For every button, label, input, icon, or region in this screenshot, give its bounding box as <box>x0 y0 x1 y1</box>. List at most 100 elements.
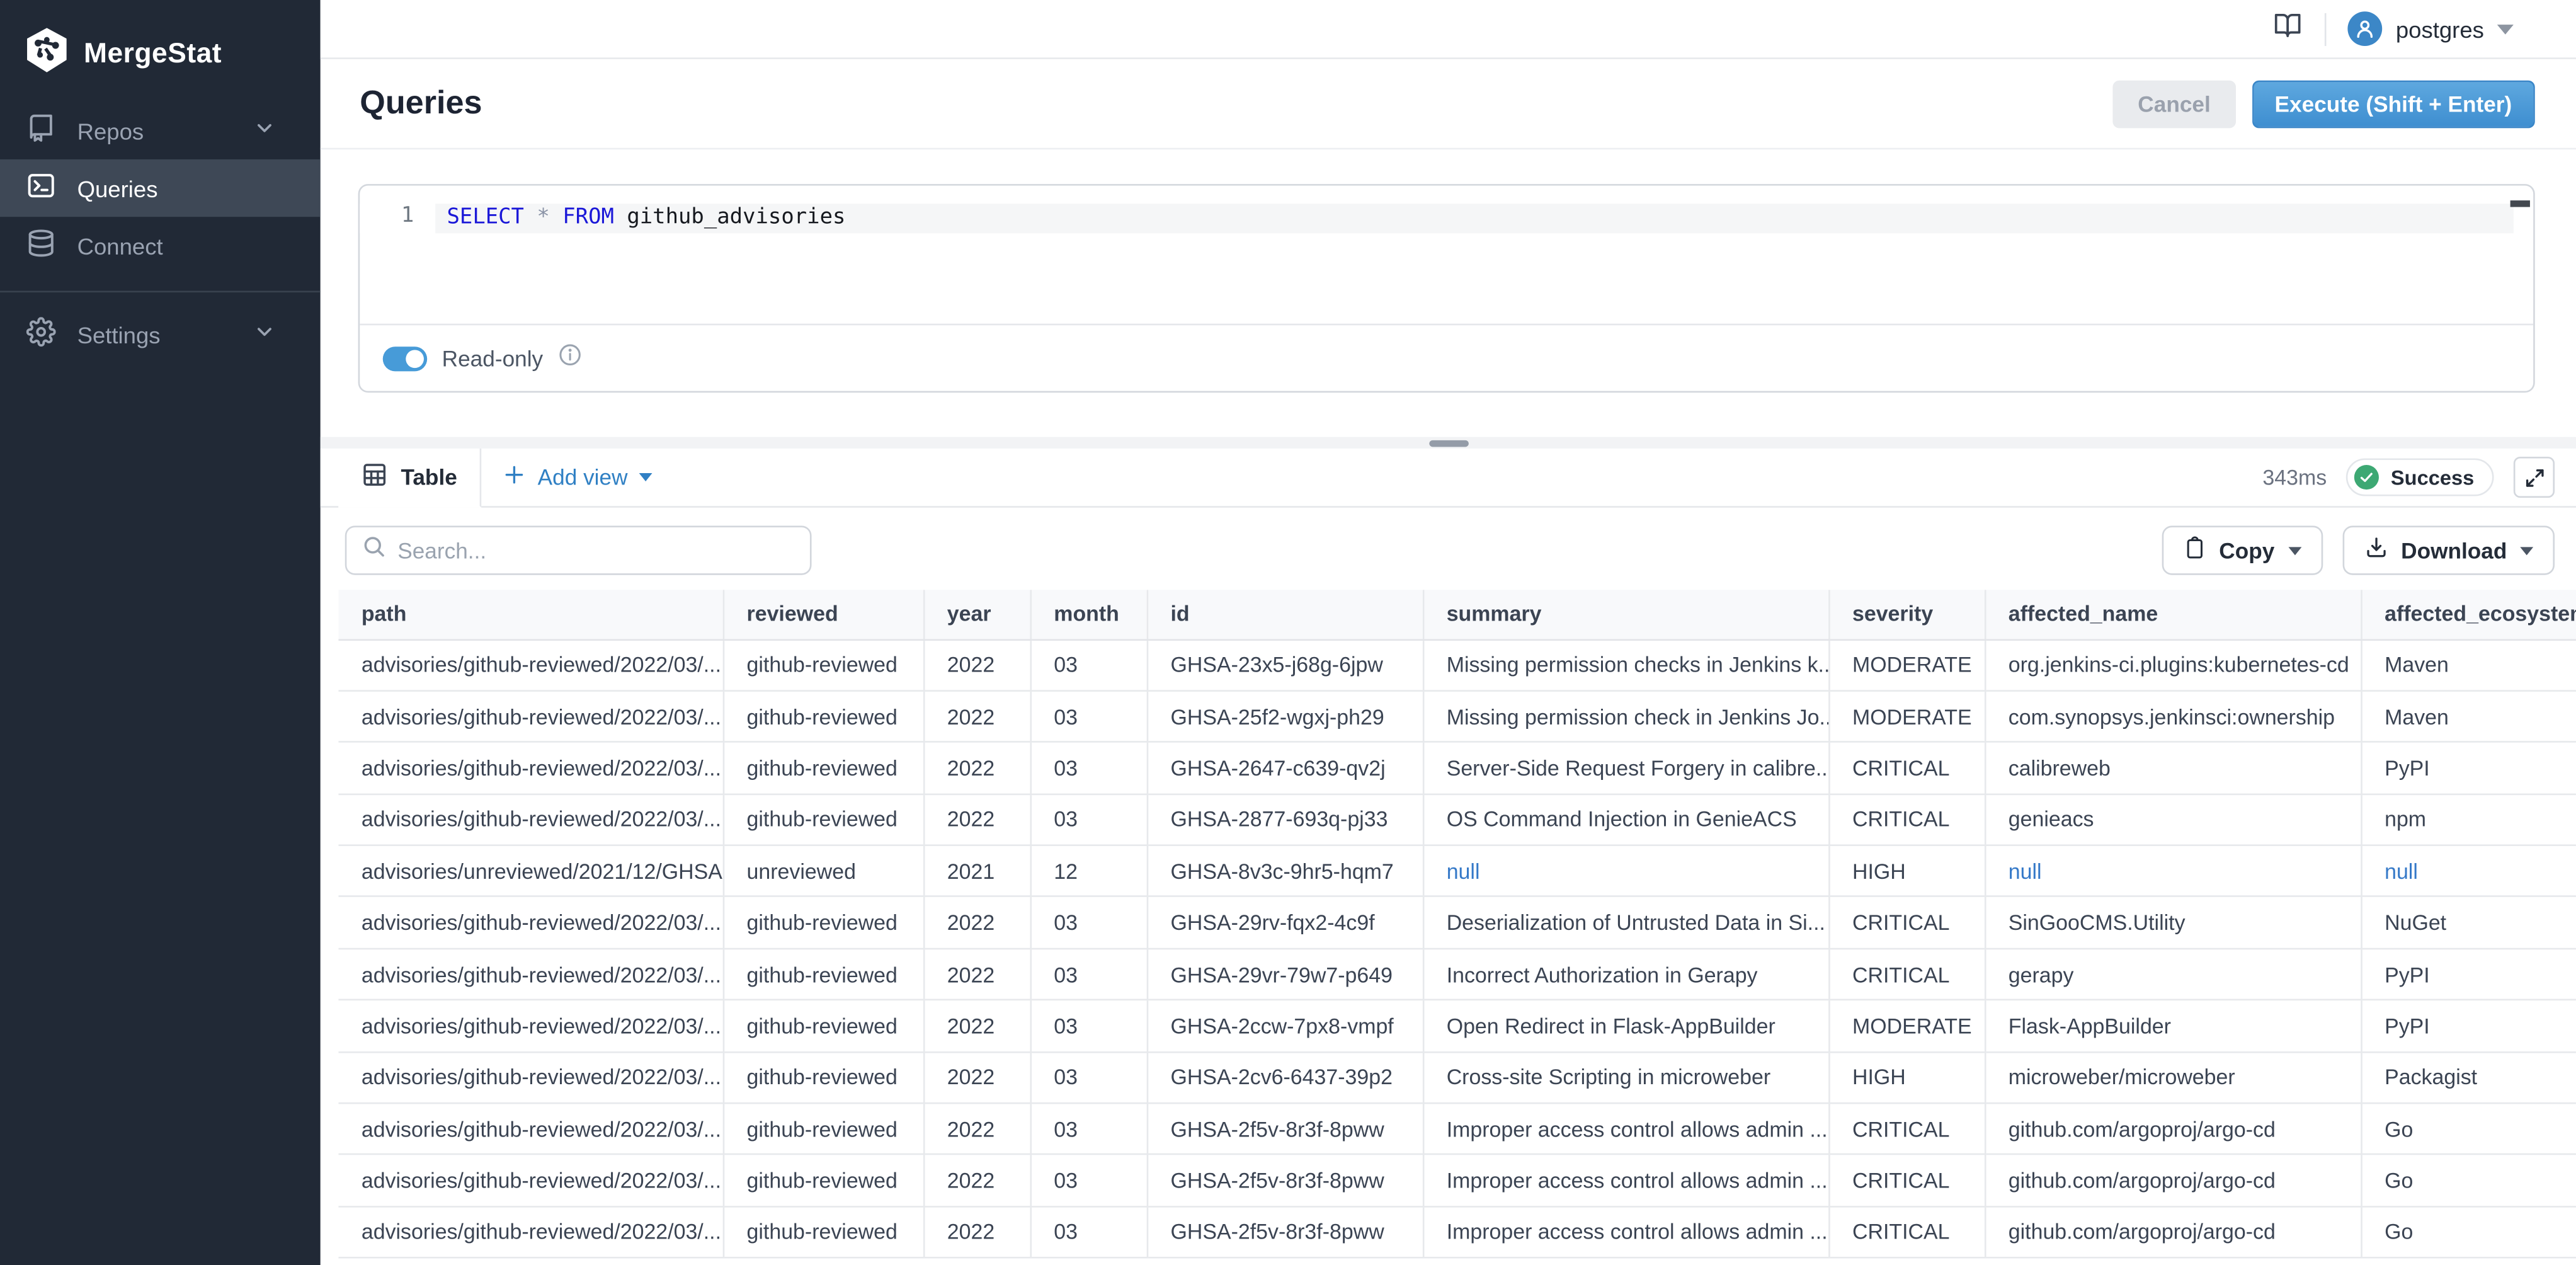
fullscreen-button[interactable] <box>2514 457 2555 498</box>
topbar-divider <box>2325 13 2327 45</box>
sidebar-item-queries[interactable]: Queries <box>0 159 321 217</box>
cell-affected_ecosystem: npm <box>2361 794 2576 845</box>
cell-year: 2022 <box>923 1206 1030 1258</box>
tab-table[interactable]: Table <box>338 449 482 508</box>
cell-summary: Deserialization of Untrusted Data in Si.… <box>1423 897 1828 949</box>
panel-resize-gutter <box>321 437 2576 449</box>
cell-id: GHSA-2cv6-6437-39p2 <box>1147 1051 1423 1103</box>
table-row: advisories/github-reviewed/2022/03/...gi… <box>338 1103 2576 1155</box>
cell-year: 2022 <box>923 794 1030 845</box>
cell-affected_ecosystem: Go <box>2361 1103 2576 1155</box>
docs-book-open-icon[interactable] <box>2272 11 2304 47</box>
cell-id: GHSA-29vr-79w7-p649 <box>1147 949 1423 1000</box>
cell-month: 03 <box>1030 949 1146 1000</box>
cell-affected_ecosystem: Packagist <box>2361 1051 2576 1103</box>
cell-affected_name: org.jenkins-ci.plugins:kubernetes-cd <box>1985 639 2361 690</box>
cell-path: advisories/github-reviewed/2022/03/... <box>338 742 722 794</box>
page-header: Queries Cancel Execute (Shift + Enter) <box>321 59 2576 149</box>
cell-reviewed: github-reviewed <box>723 949 923 1000</box>
table-row: advisories/github-reviewed/2022/03/...gi… <box>338 1051 2576 1103</box>
database-icon <box>26 228 77 263</box>
user-name: postgres <box>2396 16 2484 42</box>
cell-summary: Open Redirect in Flask-AppBuilder <box>1423 1000 1828 1051</box>
search-input[interactable] <box>397 538 795 563</box>
sidebar-item-settings[interactable]: Settings <box>0 306 321 363</box>
cell-severity: CRITICAL <box>1828 1155 1985 1206</box>
brand-name: MergeStat <box>84 38 222 71</box>
chevron-down-icon <box>253 321 297 348</box>
sidebar-item-repos[interactable]: Repos <box>0 102 321 159</box>
cell-affected_ecosystem: Maven <box>2361 639 2576 690</box>
cell-year: 2022 <box>923 1103 1030 1155</box>
cell-reviewed: unreviewed <box>723 845 923 897</box>
table-row: advisories/github-reviewed/2022/03/...gi… <box>338 794 2576 845</box>
column-header-summary: summary <box>1423 590 1828 639</box>
sql-code-line: SELECT * FROM github_advisories <box>435 203 2514 233</box>
cell-affected_name: github.com/argoproj/argo-cd <box>1985 1206 2361 1258</box>
gear-icon <box>26 317 77 352</box>
sql-editor[interactable]: 1 SELECT * FROM github_advisories <box>360 186 2533 324</box>
chevron-down-icon <box>253 117 297 144</box>
cell-month: 03 <box>1030 794 1146 845</box>
cell-id: GHSA-2ccw-7px8-vmpf <box>1147 1000 1423 1051</box>
cell-summary: Improper access control allows admin ... <box>1423 1206 1828 1258</box>
clipboard-icon <box>2183 535 2206 565</box>
table-row: advisories/github-reviewed/2022/03/...gi… <box>338 1155 2576 1206</box>
cell-summary: Missing permission checks in Jenkins k..… <box>1423 639 1828 690</box>
check-circle-icon <box>2355 465 2379 489</box>
add-view-button[interactable]: Add view <box>503 463 653 491</box>
sidebar-divider <box>0 291 321 293</box>
cell-year: 2022 <box>923 1051 1030 1103</box>
cell-month: 03 <box>1030 1155 1146 1206</box>
cell-severity: MODERATE <box>1828 639 1985 690</box>
cell-summary: Missing permission check in Jenkins Jo..… <box>1423 690 1828 742</box>
status-badge: Success <box>2346 459 2493 496</box>
cell-affected_name: SinGooCMS.Utility <box>1985 897 2361 949</box>
cell-path: advisories/github-reviewed/2022/03/... <box>338 1206 722 1258</box>
cell-affected_ecosystem: Go <box>2361 1155 2576 1206</box>
column-header-affected_ecosystem: affected_ecosystem <box>2361 590 2576 639</box>
cell-year: 2022 <box>923 742 1030 794</box>
cell-id: GHSA-23x5-j68g-6jpw <box>1147 639 1423 690</box>
cell-id: GHSA-2f5v-8r3f-8pww <box>1147 1103 1423 1155</box>
resize-handle[interactable] <box>1428 440 1468 446</box>
readonly-label: Read-only <box>442 346 544 370</box>
download-button[interactable]: Download <box>2342 525 2555 575</box>
cell-affected_ecosystem: PyPI <box>2361 1000 2576 1051</box>
user-menu[interactable]: postgres <box>2348 11 2514 46</box>
table-grid-icon <box>362 462 388 493</box>
cell-summary: Server-Side Request Forgery in calibre..… <box>1423 742 1828 794</box>
brand-link[interactable]: MergeStat <box>0 0 321 86</box>
cell-reviewed: github-reviewed <box>723 897 923 949</box>
execute-button[interactable]: Execute (Shift + Enter) <box>2252 79 2535 127</box>
cell-id: GHSA-2f5v-8r3f-8pww <box>1147 1155 1423 1206</box>
readonly-toggle[interactable] <box>383 346 427 370</box>
cell-affected_ecosystem: Go <box>2361 1206 2576 1258</box>
sidebar-item-connect[interactable]: Connect <box>0 217 321 274</box>
cell-month: 03 <box>1030 897 1146 949</box>
caret-down-icon <box>2520 546 2533 554</box>
cell-reviewed: github-reviewed <box>723 1000 923 1051</box>
cell-id: GHSA-8v3c-9hr5-hqm7 <box>1147 845 1423 897</box>
cell-summary: Improper access control allows admin ... <box>1423 1155 1828 1206</box>
sql-keyword: FROM <box>562 205 614 230</box>
cell-path: advisories/github-reviewed/2022/03/... <box>338 639 722 690</box>
download-icon <box>2363 535 2388 565</box>
cell-month: 03 <box>1030 690 1146 742</box>
cell-path: advisories/github-reviewed/2022/03/... <box>338 1155 722 1206</box>
cell-affected_ecosystem: null <box>2361 845 2576 897</box>
cancel-button[interactable]: Cancel <box>2113 79 2235 127</box>
cell-severity: CRITICAL <box>1828 1206 1985 1258</box>
cell-affected_ecosystem: NuGet <box>2361 897 2576 949</box>
cell-path: advisories/github-reviewed/2022/03/... <box>338 690 722 742</box>
cell-affected_ecosystem: Maven <box>2361 690 2576 742</box>
cell-severity: MODERATE <box>1828 690 1985 742</box>
sql-table-name: github_advisories <box>627 205 845 230</box>
cell-summary: Incorrect Authorization in Gerapy <box>1423 949 1828 1000</box>
cell-id: GHSA-25f2-wgxj-ph29 <box>1147 690 1423 742</box>
column-header-affected_name: affected_name <box>1985 590 2361 639</box>
cell-path: advisories/github-reviewed/2022/03/... <box>338 1051 722 1103</box>
sidebar-nav: Repos Queries <box>0 102 321 363</box>
copy-button[interactable]: Copy <box>2162 525 2322 575</box>
table-row: advisories/github-reviewed/2022/03/... gi… <box>338 1206 2576 1258</box>
